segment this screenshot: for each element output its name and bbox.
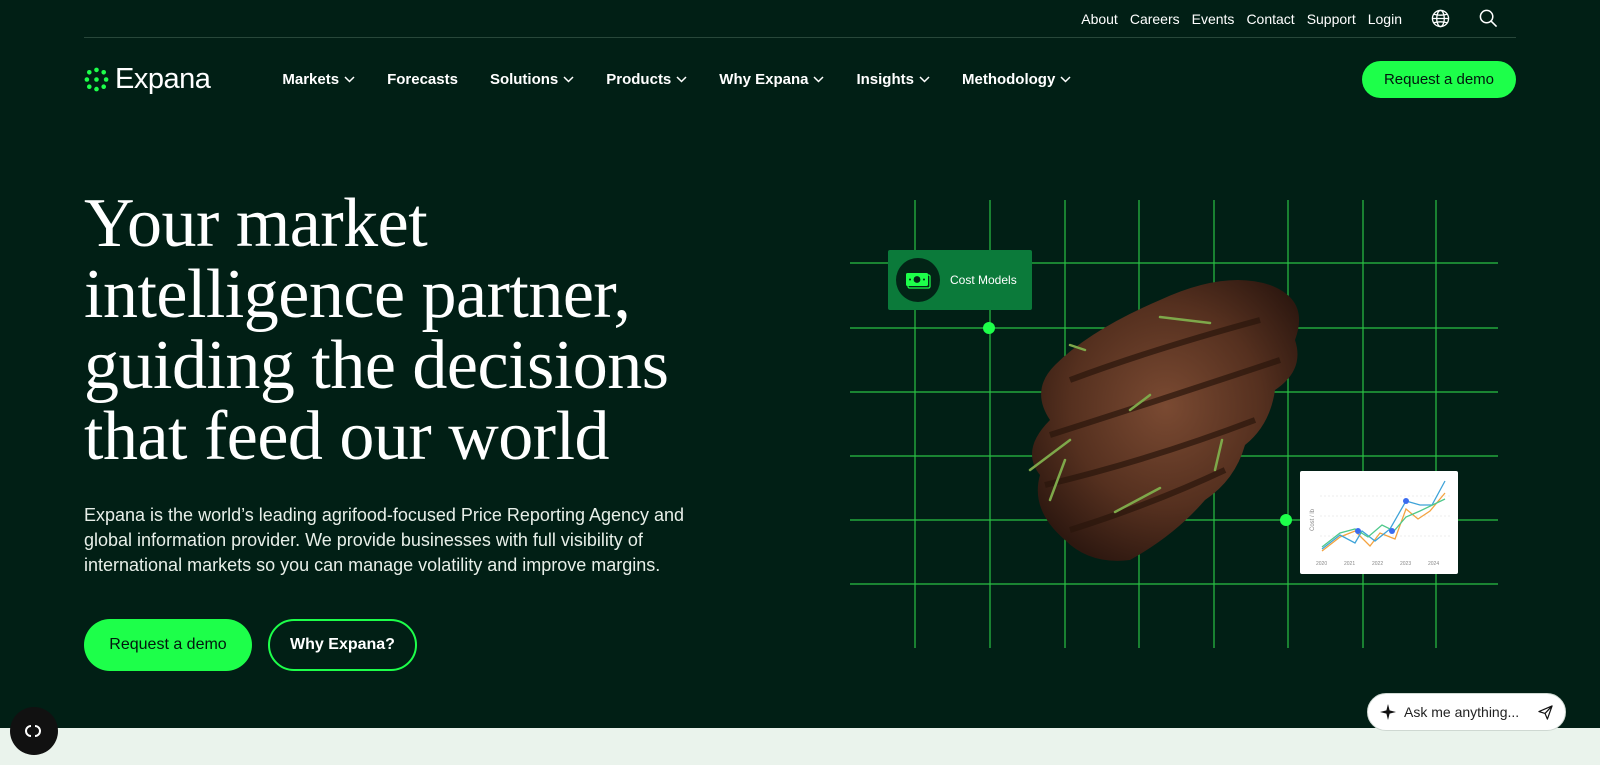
nav-item-why-expana[interactable]: Why Expana [719,71,824,88]
expana-logo[interactable]: Expana [84,62,211,96]
assistant-input[interactable] [1404,704,1534,720]
cost-models-label: Cost Models [950,273,1017,287]
chevron-down-icon [919,75,930,83]
hero-actions: Request a demo Why Expana? [84,619,417,671]
hero-visual: Cost Models Cost / lb 2020 2021 2022 202… [850,200,1498,648]
logo-mark-icon [84,67,109,91]
chevron-down-icon [813,75,824,83]
mini-chart-xlabel: 2024 [1428,561,1439,567]
nav-label: Methodology [961,70,1056,88]
logo-text: Expana [115,62,211,95]
nav-item-forecasts[interactable]: Forecasts [387,71,458,88]
nav-item-solutions[interactable]: Solutions [490,71,574,88]
hero-title-line: that feed our world [84,398,610,475]
nav-label: Why Expana [719,70,809,88]
hero-title-line: intelligence partner, [84,256,631,333]
next-section-strip [0,728,1600,765]
globe-icon[interactable] [1430,9,1450,29]
utility-link-support[interactable]: Support [1307,11,1356,27]
hero-title-line: guiding the decisions [84,327,669,404]
chevron-down-icon [676,75,687,83]
nav-item-insights[interactable]: Insights [856,71,930,88]
mini-chart-xlabel: 2022 [1372,561,1383,567]
chevron-down-icon [1060,75,1071,83]
money-icon [896,258,940,302]
nav-item-products[interactable]: Products [606,71,687,88]
accessibility-icon [25,725,41,737]
utility-link-login[interactable]: Login [1368,11,1402,27]
mini-chart-xlabel: 2023 [1400,561,1411,567]
hero-title-line: Your market [84,185,428,262]
mini-chart-ylabel: Cost / lb [1310,508,1316,531]
nav-label: Solutions [489,70,559,88]
utility-link-events[interactable]: Events [1192,11,1235,27]
mini-chart-xlabel: 2020 [1316,561,1327,567]
nav-request-demo-button[interactable]: Request a demo [1362,61,1516,98]
search-icon[interactable] [1478,9,1498,29]
nav-item-markets[interactable]: Markets [282,71,355,88]
nav-label: Markets [282,70,340,88]
chevron-down-icon [563,75,574,83]
main-nav: Expana Markets Forecasts Solutions Produ… [84,58,1516,100]
chevron-down-icon [344,75,355,83]
utility-link-about[interactable]: About [1081,11,1118,27]
nav-item-methodology[interactable]: Methodology [962,71,1071,88]
utility-bar: About Careers Events Contact Support Log… [84,0,1516,38]
nav-label: Insights [856,70,914,88]
utility-link-careers[interactable]: Careers [1130,11,1180,27]
nav-label: Forecasts [387,70,458,88]
mini-cost-chart: Cost / lb 2020 2021 2022 2023 2024 [1300,471,1458,574]
hero-title: Your market intelligence partner, guidin… [84,188,764,472]
sparkle-icon [1380,704,1396,720]
nav-label: Products [606,70,672,88]
hero-description: Expana is the world’s leading agrifood-f… [84,505,685,575]
why-expana-button[interactable]: Why Expana? [268,619,417,671]
send-icon[interactable] [1538,704,1553,720]
utility-link-contact[interactable]: Contact [1246,11,1294,27]
steak-image [1028,280,1300,561]
hero-request-demo-button[interactable]: Request a demo [84,619,252,671]
mini-chart-xlabel: 2021 [1344,561,1355,567]
accessibility-button[interactable] [10,707,58,755]
assistant-chat-widget[interactable] [1367,693,1566,731]
